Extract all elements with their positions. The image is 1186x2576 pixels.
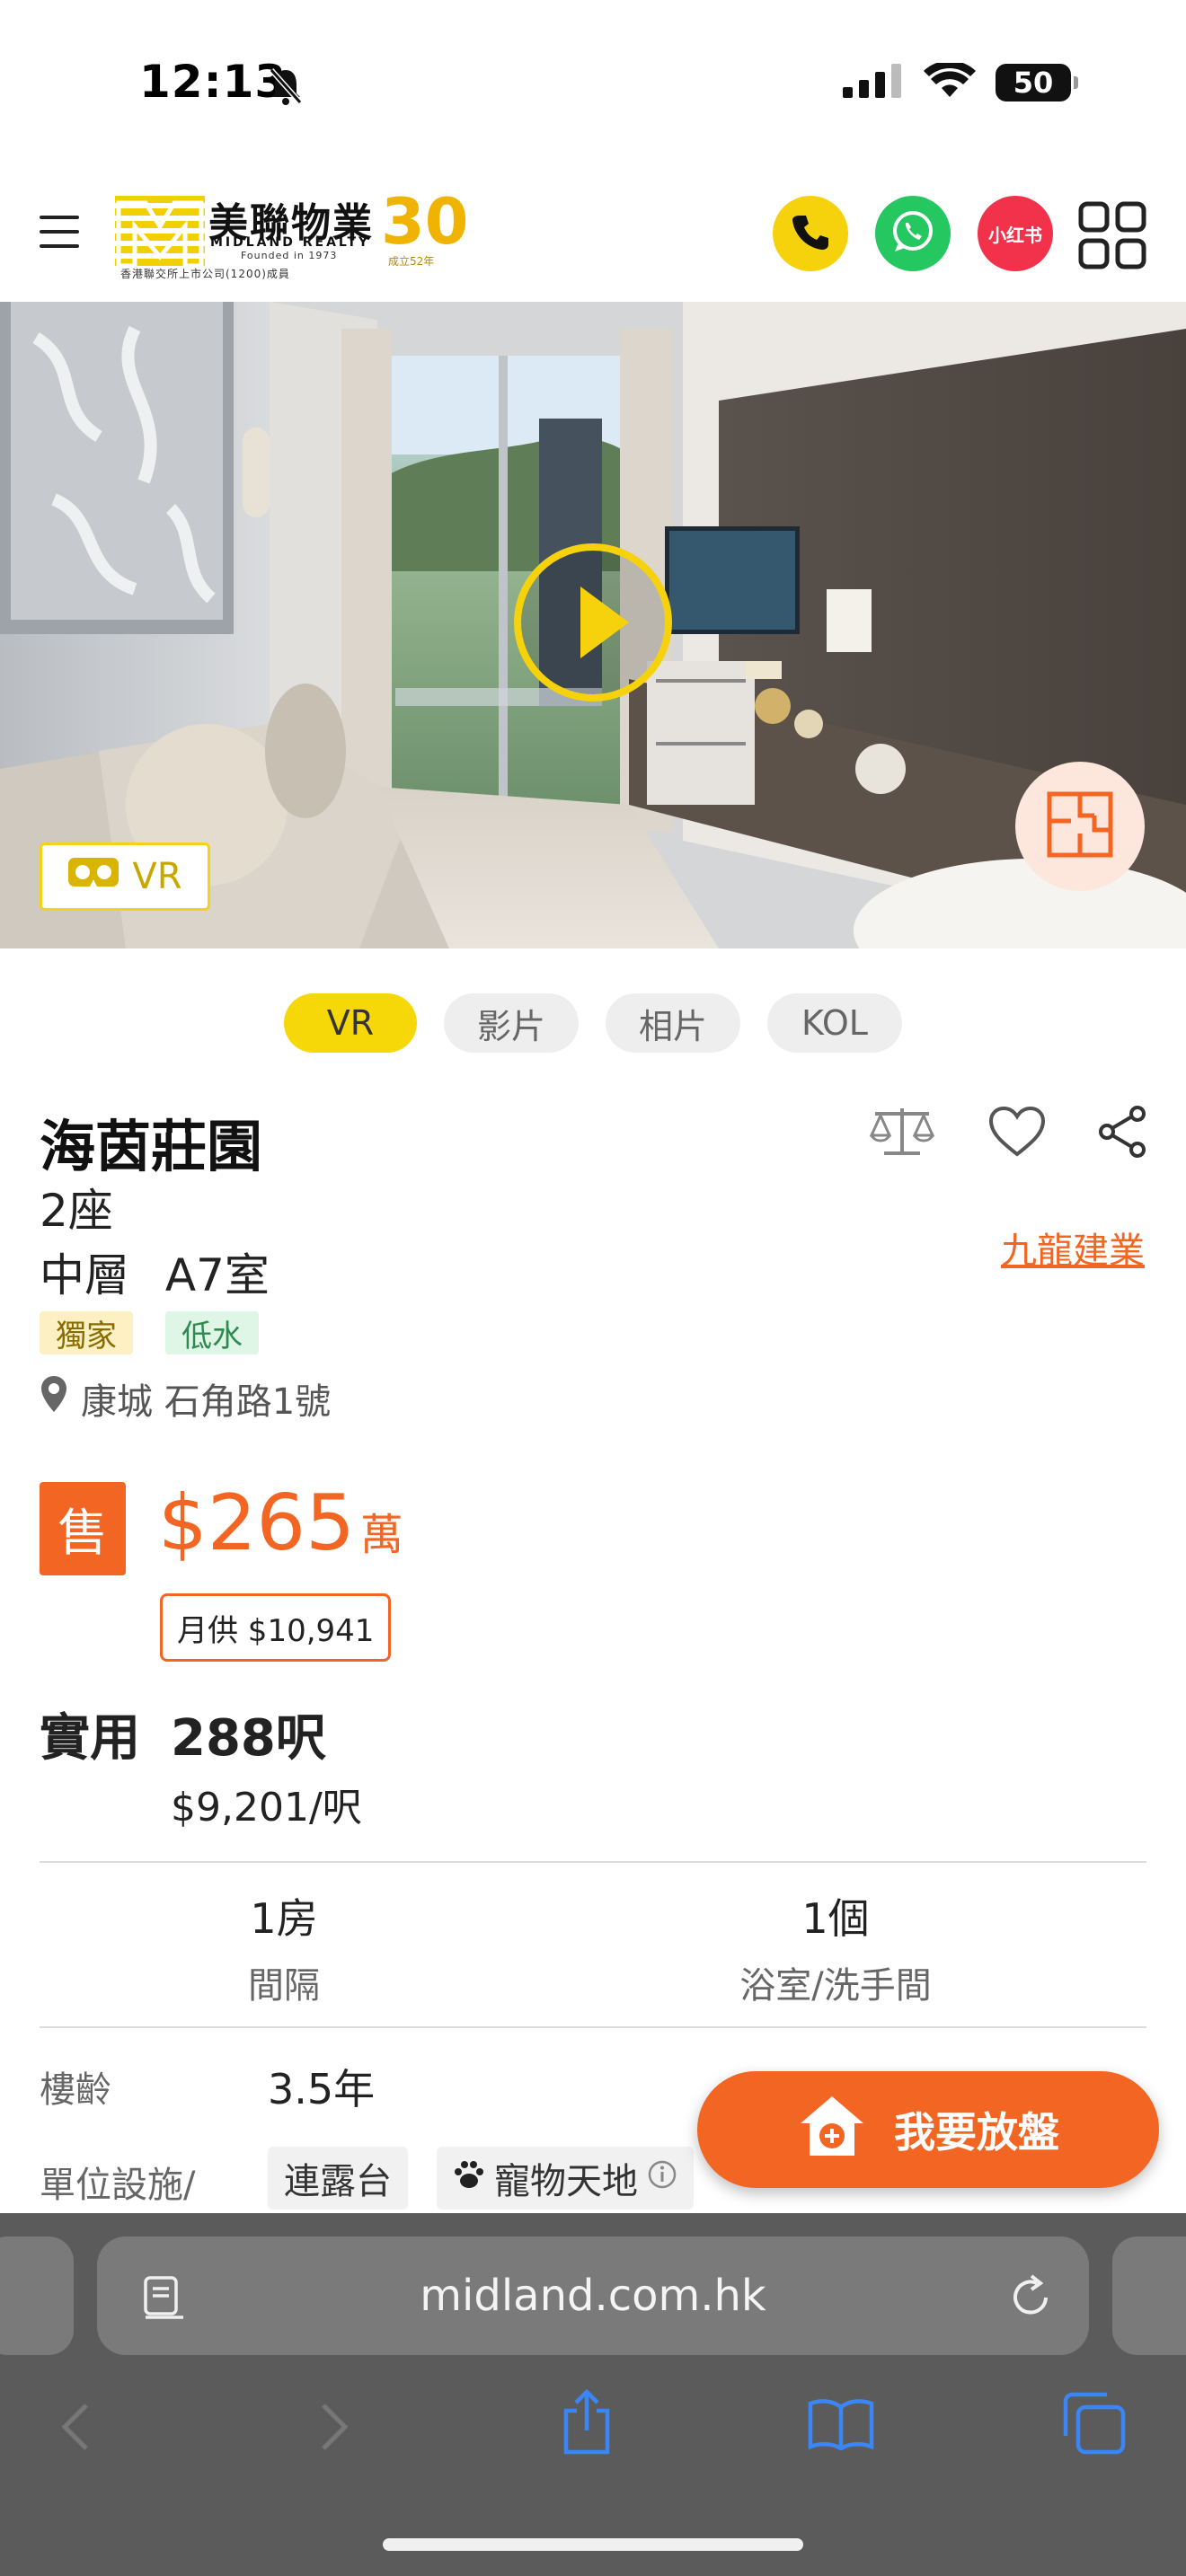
tag-exclusive: 獨家 — [40, 1311, 133, 1354]
previous-tab-preview[interactable] — [0, 2236, 74, 2355]
tab-kol[interactable]: KOL — [767, 993, 902, 1053]
address-text: 康城 石角路1號 — [81, 1381, 332, 1423]
logo-english: MIDLAND REALTY — [210, 235, 371, 250]
location-pin-icon — [40, 1374, 68, 1423]
price-per-sqft: $9,201/呎 — [171, 1785, 362, 1831]
url-text: midland.com.hk — [420, 2271, 766, 2321]
property-name: 海茵莊園 — [40, 1114, 263, 1179]
logo-anniversary: 30 — [381, 185, 469, 259]
facility-pet-friendly[interactable]: 寵物天地 — [437, 2147, 694, 2210]
xiaohongshu-button[interactable]: 小红书 — [978, 196, 1053, 271]
reader-mode-icon[interactable] — [144, 2276, 185, 2325]
property-floor: 中層 — [40, 1249, 129, 1301]
vr-badge[interactable]: VR — [40, 842, 210, 911]
battery-level: 50 — [996, 64, 1071, 101]
phone-icon — [791, 212, 830, 255]
signal-icon — [843, 64, 904, 101]
logo-founded: Founded in 1973 — [241, 250, 338, 261]
tag-low-premium: 低水 — [165, 1311, 259, 1354]
facility-balcony-label: 連露台 — [284, 2161, 392, 2202]
rooms-value: 1房 — [250, 1894, 318, 1943]
vr-goggles-icon — [67, 856, 119, 897]
wifi-icon — [924, 60, 976, 102]
vr-badge-label: VR — [132, 856, 182, 897]
favorite-heart-icon[interactable] — [988, 1106, 1046, 1161]
bathrooms-value: 1個 — [801, 1894, 870, 1943]
building-age-label: 樓齡 — [40, 2069, 111, 2111]
mute-bell-icon — [268, 66, 304, 110]
battery-icon: 50 — [996, 64, 1078, 101]
price-value: $265 — [158, 1478, 355, 1568]
tabs-overview-icon[interactable] — [1062, 2391, 1127, 2459]
mortgage-button[interactable]: 月供 $10,941 — [160, 1593, 392, 1662]
forward-icon[interactable] — [320, 2402, 350, 2456]
divider — [40, 2026, 1146, 2028]
paw-icon — [453, 2157, 485, 2199]
saleable-area-label: 實用 — [40, 1709, 140, 1768]
info-icon[interactable] — [647, 2157, 677, 2199]
property-floor-unit: 中層 A7室 — [40, 1239, 270, 1304]
price-unit: 萬 — [359, 1510, 403, 1560]
logo-subtitle: 香港聯交所上市公司(1200)成員 — [120, 268, 290, 280]
list-property-button[interactable]: 我要放盤 — [697, 2071, 1159, 2188]
price: $265 萬 — [158, 1478, 403, 1568]
property-actions — [868, 1105, 1146, 1162]
facility-balcony: 連露台 — [268, 2147, 408, 2210]
property-block: 2座 — [40, 1185, 113, 1237]
address-bar[interactable]: midland.com.hk — [97, 2236, 1089, 2355]
reload-icon[interactable] — [1010, 2274, 1053, 2323]
next-tab-preview[interactable] — [1112, 2236, 1186, 2355]
share-icon[interactable] — [1098, 1105, 1146, 1162]
bathrooms-label: 浴室/洗手間 — [739, 1965, 932, 2007]
bookmarks-icon[interactable] — [807, 2396, 875, 2454]
divider — [40, 1861, 1146, 1863]
compare-icon[interactable] — [868, 1105, 936, 1162]
apps-grid-icon[interactable] — [1078, 201, 1146, 269]
rooms-label: 間隔 — [248, 1965, 320, 2007]
logo-anniversary-sub: 成立52年 — [388, 255, 435, 268]
facilities-label: 單位設施/ — [40, 2165, 196, 2206]
status-time: 12:13 — [139, 56, 288, 108]
menu-icon[interactable] — [40, 216, 79, 248]
house-plus-icon — [797, 2093, 867, 2167]
sale-badge: 售 — [40, 1482, 126, 1575]
midland-logo[interactable]: 美聯物業 MIDLAND REALTY Founded in 1973 香港聯交… — [115, 185, 492, 280]
home-indicator[interactable] — [383, 2538, 803, 2551]
floor-plan-button[interactable] — [1015, 762, 1145, 891]
share-sheet-icon[interactable] — [559, 2388, 615, 2459]
facility-pet-label: 寵物天地 — [494, 2161, 638, 2202]
property-address[interactable]: 康城 石角路1號 — [40, 1372, 331, 1425]
status-icons: 50 — [843, 60, 1078, 102]
tab-vr[interactable]: VR — [284, 993, 417, 1053]
developer-link[interactable]: 九龍建業 — [1001, 1222, 1145, 1274]
saleable-area-value: 288呎 — [171, 1709, 326, 1768]
building-age-value: 3.5年 — [268, 2065, 376, 2113]
whatsapp-icon — [890, 208, 936, 259]
list-property-label: 我要放盤 — [894, 2108, 1059, 2157]
tab-video[interactable]: 影片 — [444, 993, 579, 1053]
phone-button[interactable] — [773, 196, 848, 271]
tab-photos[interactable]: 相片 — [606, 993, 740, 1053]
property-unit: A7室 — [164, 1249, 270, 1301]
floor-plan-icon — [1044, 789, 1116, 864]
back-icon[interactable] — [59, 2402, 90, 2456]
whatsapp-button[interactable] — [875, 196, 951, 271]
